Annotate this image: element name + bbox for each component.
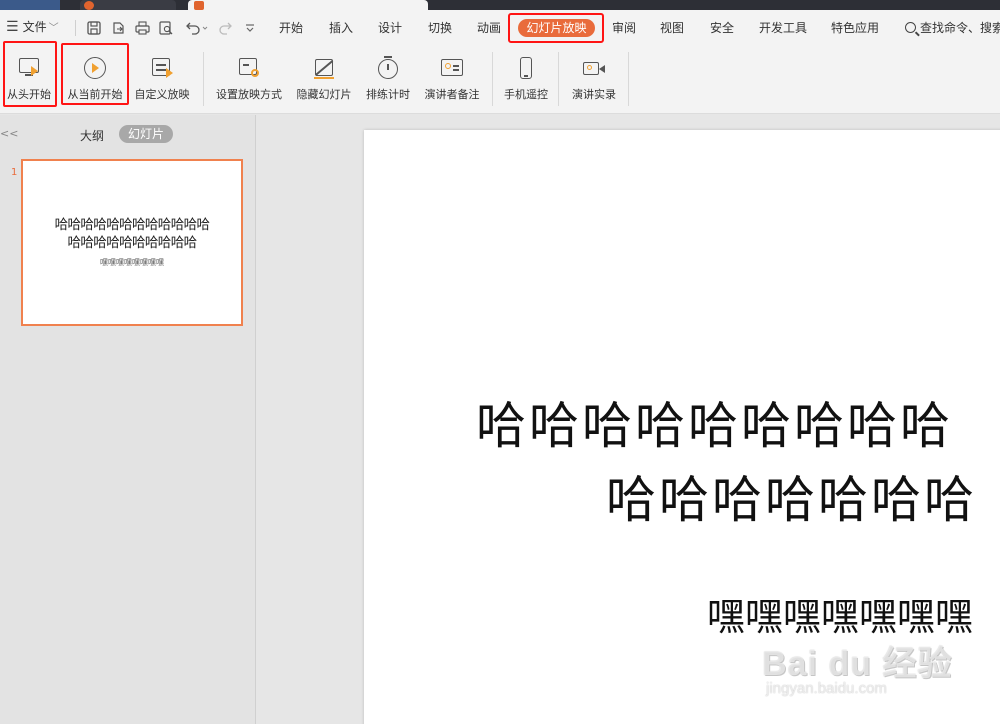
slide-number: 1 xyxy=(11,167,18,178)
customize-icon[interactable] xyxy=(242,20,258,36)
stopwatch-icon xyxy=(376,56,400,80)
hamburger-icon: ☰ xyxy=(6,18,19,35)
file-menu-label: 文件 xyxy=(22,20,47,34)
collapse-panel-icon[interactable]: << xyxy=(0,127,18,140)
hide-slide-button[interactable]: 隐藏幻灯片 xyxy=(292,46,356,110)
file-menu[interactable]: ☰ 文件 ﹀ xyxy=(6,18,69,35)
title-bar xyxy=(0,0,1000,10)
ribbon-divider xyxy=(558,52,559,106)
setup-show-button[interactable]: 设置放映方式 xyxy=(211,46,287,110)
ribbon-slideshow: 从头开始 从当前开始 自定义放映 设置放映方式 隐藏幻灯片 排练计时 演讲者备注… xyxy=(0,41,1000,114)
panel-header: << 大纲 幻灯片 xyxy=(0,123,256,147)
redo-icon[interactable] xyxy=(218,20,234,36)
camera-icon xyxy=(582,56,606,80)
presentation-file-icon xyxy=(194,1,204,10)
thumbnail-title-line1: 哈哈哈哈哈哈哈哈哈哈哈哈 xyxy=(54,217,210,233)
save-icon[interactable] xyxy=(86,20,102,36)
setup-show-label: 设置放映方式 xyxy=(216,88,282,101)
phone-icon xyxy=(514,56,538,80)
rehearse-timings-label: 排练计时 xyxy=(366,88,410,101)
slide-thumbnail[interactable]: 哈哈哈哈哈哈哈哈哈哈哈哈 哈哈哈哈哈哈哈哈哈哈 嘿嘿嘿嘿嘿嘿嘿嘿 xyxy=(21,159,243,326)
custom-show-label: 自定义放映 xyxy=(134,88,190,101)
undo-icon[interactable] xyxy=(184,20,210,36)
menu-bar: ☰ 文件 ﹀ 开始 插入 设计 切换 动画 幻灯片放映 审阅 视图 安全 开发工… xyxy=(0,10,1000,46)
hide-slide-label: 隐藏幻灯片 xyxy=(296,88,352,101)
speaker-notes-button[interactable]: 演讲者备注 xyxy=(420,46,484,110)
tab-review[interactable]: 审阅 xyxy=(612,19,636,37)
start-from-current-highlight xyxy=(61,43,129,105)
slide-navigation-panel: << 大纲 幻灯片 1 哈哈哈哈哈哈哈哈哈哈哈哈 哈哈哈哈哈哈哈哈哈哈 嘿嘿嘿嘿… xyxy=(0,115,256,724)
print-preview-icon[interactable] xyxy=(158,20,174,36)
phone-remote-button[interactable]: 手机遥控 xyxy=(500,46,552,110)
print-icon[interactable] xyxy=(134,20,150,36)
tab-slideshow[interactable]: 幻灯片放映 xyxy=(518,19,595,37)
tab-design[interactable]: 设计 xyxy=(378,19,402,37)
rehearse-timings-button[interactable]: 排练计时 xyxy=(362,46,414,110)
command-search[interactable]: 查找命令、搜索 xyxy=(905,19,1000,36)
custom-show-button[interactable]: 自定义放映 xyxy=(131,46,193,110)
start-from-beginning-highlight xyxy=(3,41,57,107)
tab-slides[interactable]: 幻灯片 xyxy=(119,125,173,143)
tab-security[interactable]: 安全 xyxy=(710,19,734,37)
window-tab-presentation[interactable] xyxy=(188,0,428,10)
setup-show-icon xyxy=(237,56,261,80)
custom-show-icon xyxy=(150,56,174,80)
slide-subtitle[interactable]: 嘿嘿嘿嘿嘿嘿嘿 xyxy=(707,586,973,641)
ribbon-divider xyxy=(492,52,493,106)
window-tab-home[interactable] xyxy=(0,0,60,10)
speaker-notes-label: 演讲者备注 xyxy=(424,88,480,101)
tab-home[interactable]: 开始 xyxy=(279,19,303,37)
slide-title-line2[interactable]: 哈哈哈哈哈哈哈 xyxy=(606,460,977,532)
search-icon xyxy=(905,22,916,33)
speaker-notes-icon xyxy=(440,56,464,80)
phone-remote-label: 手机遥控 xyxy=(504,88,548,101)
slideshow-tab-highlight: 幻灯片放映 xyxy=(508,13,604,43)
tab-developer[interactable]: 开发工具 xyxy=(759,19,807,37)
ribbon-divider xyxy=(628,52,629,106)
current-slide[interactable]: 哈哈哈哈哈哈哈哈哈 哈哈哈哈哈哈哈 嘿嘿嘿嘿嘿嘿嘿 xyxy=(364,130,1000,724)
export-icon[interactable] xyxy=(110,20,126,36)
tab-transition[interactable]: 切换 xyxy=(428,19,452,37)
divider xyxy=(75,20,76,36)
app-logo-icon xyxy=(84,1,94,10)
window-tab-document[interactable] xyxy=(80,0,176,10)
tab-animation[interactable]: 动画 xyxy=(477,19,501,37)
lecture-record-label: 演讲实录 xyxy=(572,88,616,101)
slide-editor-canvas: 哈哈哈哈哈哈哈哈哈 哈哈哈哈哈哈哈 嘿嘿嘿嘿嘿嘿嘿 xyxy=(257,115,1000,724)
tab-outline[interactable]: 大纲 xyxy=(80,127,104,144)
tab-insert[interactable]: 插入 xyxy=(329,19,353,37)
slide-title-line1[interactable]: 哈哈哈哈哈哈哈哈哈 xyxy=(476,386,953,458)
ribbon-divider xyxy=(203,52,204,106)
lecture-record-button[interactable]: 演讲实录 xyxy=(566,46,622,110)
thumbnail-subtitle: 嘿嘿嘿嘿嘿嘿嘿嘿 xyxy=(100,258,164,267)
command-search-label: 查找命令、搜索 xyxy=(920,21,1000,35)
tab-special-apps[interactable]: 特色应用 xyxy=(831,19,879,37)
hide-slide-icon xyxy=(312,56,336,80)
chevron-down-icon: ﹀ xyxy=(48,23,59,34)
tab-view[interactable]: 视图 xyxy=(660,19,684,37)
thumbnail-title-line2: 哈哈哈哈哈哈哈哈哈哈 xyxy=(67,235,198,251)
